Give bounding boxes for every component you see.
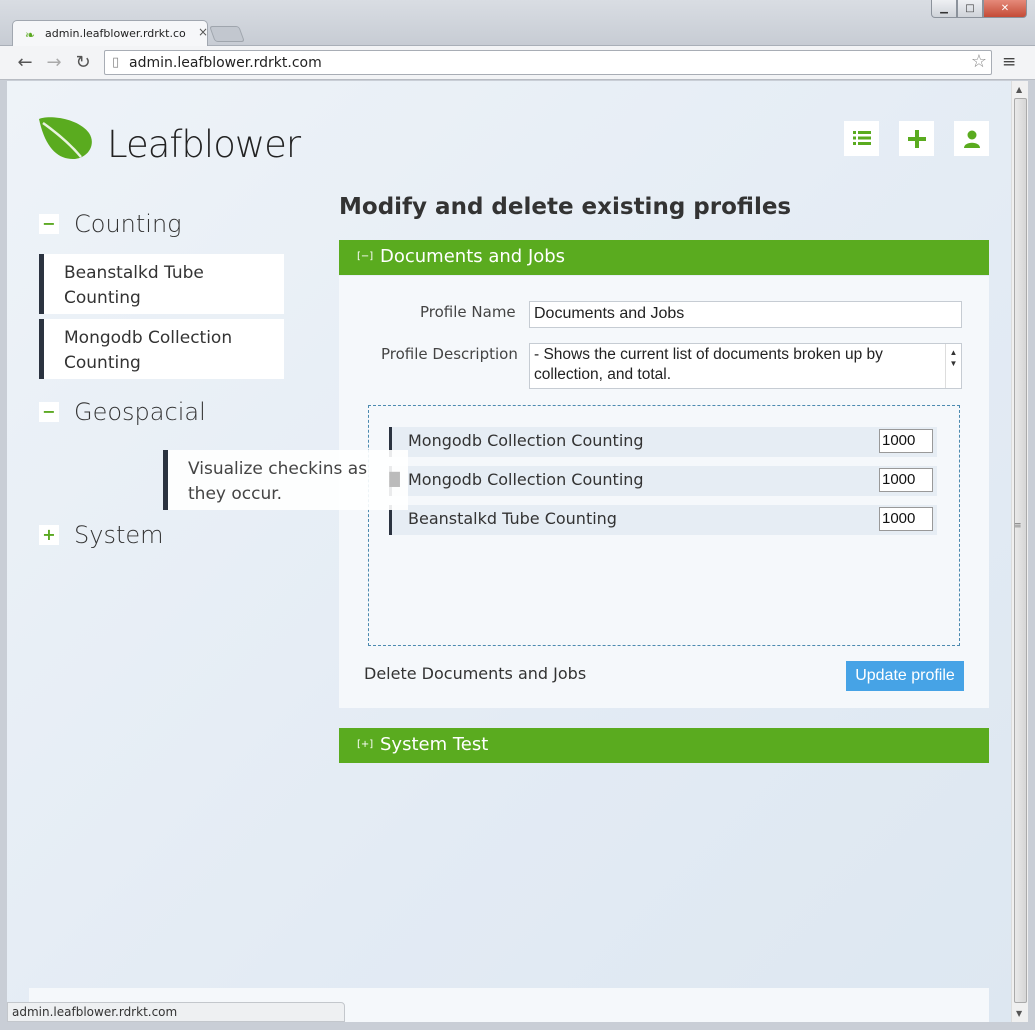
dragged-widget-item[interactable]: Visualize checkins as they occur. ▬ ▬ ▬ bbox=[163, 450, 408, 510]
page-icon: ▯ bbox=[112, 55, 120, 70]
list-button[interactable] bbox=[844, 121, 879, 156]
collapse-toggle[interactable]: − bbox=[39, 214, 59, 234]
profile-widget-row[interactable]: Mongodb Collection Counting 1000 bbox=[389, 427, 937, 457]
profile-name-label: Profile Name bbox=[420, 303, 516, 321]
widget-item[interactable]: Beanstalkd Tube Counting bbox=[39, 254, 284, 314]
description-text: - Shows the current list of documents br… bbox=[534, 346, 883, 383]
browser-toolbar: ← → ↻ ▯ admin.leafblower.rdrkt.com ☆ ≡ bbox=[0, 46, 1035, 80]
reload-icon[interactable]: ↻ bbox=[72, 52, 94, 73]
scroll-up-icon[interactable]: ▲ bbox=[1016, 85, 1022, 94]
scroll-thumb[interactable] bbox=[1014, 98, 1027, 1003]
back-icon[interactable]: ← bbox=[14, 52, 36, 73]
url-text[interactable]: admin.leafblower.rdrkt.com bbox=[129, 55, 322, 71]
list-icon bbox=[852, 131, 871, 145]
profile-description-label: Profile Description bbox=[381, 345, 518, 363]
window-controls: ▁ □ ✕ bbox=[931, 0, 1027, 18]
window-border bbox=[1028, 81, 1035, 1030]
expand-toggle[interactable]: + bbox=[39, 525, 59, 545]
scroll-grip-icon: ≡ bbox=[1014, 521, 1022, 531]
update-profile-button[interactable]: Update profile bbox=[846, 661, 964, 691]
category-label[interactable]: System bbox=[74, 521, 164, 549]
widget-value-input[interactable]: 1000 bbox=[879, 429, 933, 453]
widget-dropzone[interactable]: Mongodb Collection Counting 1000 Mongodb… bbox=[368, 405, 960, 646]
collapse-toggle[interactable]: [−] bbox=[357, 251, 373, 262]
user-icon bbox=[963, 130, 980, 148]
browser-tab[interactable]: ❧ admin.leafblower.rdrkt.co × bbox=[12, 20, 208, 47]
leaf-logo-icon bbox=[39, 117, 92, 159]
tab-close-icon[interactable]: × bbox=[198, 25, 208, 39]
forward-icon[interactable]: → bbox=[43, 52, 65, 73]
expand-toggle[interactable]: [+] bbox=[357, 739, 373, 750]
profile-panel-body: Profile Name Documents and Jobs Profile … bbox=[339, 276, 989, 708]
browser-tabstrip: ❧ admin.leafblower.rdrkt.co × ▁ □ ✕ bbox=[0, 0, 1035, 47]
widget-value-input[interactable]: 1000 bbox=[879, 507, 933, 531]
profile-description-textarea[interactable]: - Shows the current list of documents br… bbox=[529, 343, 962, 389]
page-title: Modify and delete existing profiles bbox=[339, 194, 792, 220]
widget-label: Mongodb Collection Counting bbox=[408, 470, 644, 489]
window-border bbox=[0, 1022, 1035, 1030]
page-scrollbar[interactable]: ▲ ≡ ▼ bbox=[1011, 81, 1028, 1022]
close-window-button[interactable]: ✕ bbox=[983, 0, 1027, 18]
maximize-button[interactable]: □ bbox=[957, 0, 983, 18]
category-label[interactable]: Counting bbox=[74, 210, 182, 238]
dragged-widget-label: Visualize checkins as they occur. bbox=[188, 459, 368, 504]
scroll-down-icon[interactable]: ▼ bbox=[1016, 1009, 1022, 1018]
profile-panel-header[interactable]: [−] Documents and Jobs bbox=[339, 240, 989, 275]
bookmark-star-icon[interactable]: ☆ bbox=[971, 51, 987, 72]
status-bar-url: admin.leafblower.rdrkt.com bbox=[7, 1002, 345, 1022]
profile-panel-header[interactable]: [+] System Test bbox=[339, 728, 989, 763]
tab-title: admin.leafblower.rdrkt.co bbox=[45, 27, 186, 40]
panel-title[interactable]: System Test bbox=[380, 734, 488, 755]
panel-title[interactable]: Documents and Jobs bbox=[380, 246, 565, 267]
category-label[interactable]: Geospacial bbox=[74, 398, 206, 426]
widget-value-input[interactable]: 1000 bbox=[879, 468, 933, 492]
browser-menu-icon[interactable]: ≡ bbox=[1002, 52, 1016, 72]
minimize-button[interactable]: ▁ bbox=[931, 0, 957, 18]
textarea-scrollbar[interactable]: ▲ ▼ bbox=[945, 344, 961, 388]
address-bar[interactable]: ▯ admin.leafblower.rdrkt.com ☆ bbox=[104, 50, 992, 75]
collapse-toggle[interactable]: − bbox=[39, 402, 59, 422]
profile-name-input[interactable]: Documents and Jobs bbox=[529, 301, 962, 328]
logo-text: Leafblower bbox=[107, 123, 301, 166]
add-button[interactable] bbox=[899, 121, 934, 156]
widget-label: Beanstalkd Tube Counting bbox=[408, 509, 617, 528]
page-viewport: Leafblower − Counting Beanstalkd Tube Co… bbox=[7, 81, 1011, 1022]
plus-icon bbox=[907, 130, 926, 148]
profile-widget-row[interactable]: Beanstalkd Tube Counting 1000 bbox=[389, 505, 937, 535]
leaf-favicon-icon: ❧ bbox=[25, 28, 36, 42]
delete-profile-link[interactable]: Delete Documents and Jobs bbox=[364, 664, 586, 683]
widget-item[interactable]: Mongodb Collection Counting bbox=[39, 319, 284, 379]
user-button[interactable] bbox=[954, 121, 989, 156]
drag-handle-icon[interactable]: ▬ ▬ ▬ bbox=[388, 467, 401, 491]
new-tab-button[interactable] bbox=[209, 26, 245, 42]
profile-widget-row[interactable]: Mongodb Collection Counting 1000 bbox=[389, 466, 937, 496]
widget-label: Mongodb Collection Counting bbox=[408, 431, 644, 450]
